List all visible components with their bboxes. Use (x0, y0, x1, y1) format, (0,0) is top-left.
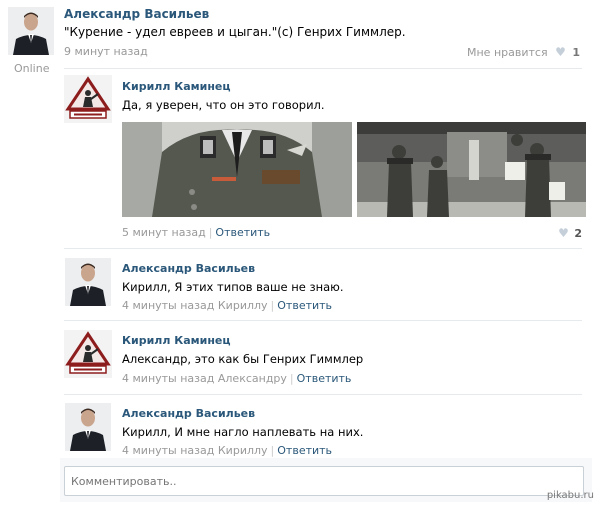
post-like-button[interactable]: Мне нравится ♥ 1 (467, 45, 580, 59)
reply-link[interactable]: Ответить (277, 444, 332, 457)
comment-timestamp[interactable]: 5 минут назад (122, 226, 206, 239)
like-count: 1 (572, 46, 580, 59)
attached-photo-uniform[interactable] (122, 122, 352, 217)
comment-input-box[interactable] (64, 466, 584, 496)
comment-avatar-kirill[interactable] (64, 75, 112, 123)
comment-meta: 4 минуты назад Кириллу | Ответить (122, 299, 333, 312)
comment-like-count: 2 (574, 227, 582, 240)
reply-link[interactable]: Ответить (297, 372, 352, 385)
heart-icon: ♥ (555, 45, 566, 59)
post-author-avatar[interactable] (8, 7, 54, 55)
comment-timestamp[interactable]: 4 минуты назад (122, 372, 214, 385)
post-text: "Курение - удел евреев и цыган."(c) Генр… (64, 25, 406, 39)
reply-to-name[interactable]: Кириллу (218, 444, 268, 457)
comment-text: Кирилл, И мне нагло наплевать на них. (122, 425, 364, 439)
divider (64, 248, 582, 249)
comment-text: Да, я уверен, что он это говорил. (122, 98, 325, 112)
comment-author[interactable]: Кирилл Каминец (122, 80, 231, 93)
reply-to-name[interactable]: Кириллу (218, 299, 268, 312)
comment-author[interactable]: Александр Васильев (122, 407, 255, 420)
comment-avatar-alexander[interactable] (64, 258, 112, 306)
comment-meta: 5 минут назад | Ответить (122, 226, 271, 239)
attached-photo-group[interactable] (357, 122, 586, 217)
divider (64, 394, 582, 395)
like-label: Мне нравится (467, 46, 548, 59)
post-timestamp[interactable]: 9 минут назад (64, 45, 148, 58)
divider (64, 320, 582, 321)
comment-input[interactable] (65, 467, 583, 495)
comment-timestamp[interactable]: 4 минуты назад (122, 299, 214, 312)
divider (64, 68, 582, 69)
comment-like-button[interactable]: ♥ 2 (554, 226, 582, 240)
heart-icon: ♥ (558, 226, 569, 240)
comment-avatar-kirill[interactable] (64, 330, 112, 378)
reply-to-name[interactable]: Александру (218, 372, 287, 385)
comment-author[interactable]: Кирилл Каминец (122, 334, 231, 347)
comment-avatar-alexander[interactable] (64, 403, 112, 451)
comment-text: Александр, это как бы Генрих Гиммлер (122, 352, 364, 366)
comment-author[interactable]: Александр Васильев (122, 262, 255, 275)
online-status: Online (14, 62, 50, 75)
watermark: pikabu.ru (546, 490, 594, 501)
post-author-name[interactable]: Александр Васильев (64, 7, 209, 21)
reply-link[interactable]: Ответить (277, 299, 332, 312)
reply-link[interactable]: Ответить (215, 226, 270, 239)
comment-text: Кирилл, Я этих типов ваше не знаю. (122, 280, 344, 294)
comment-meta: 4 минуты назад Александру | Ответить (122, 372, 352, 385)
comment-meta: 4 минуты назад Кириллу | Ответить (122, 444, 333, 457)
comment-timestamp[interactable]: 4 минуты назад (122, 444, 214, 457)
